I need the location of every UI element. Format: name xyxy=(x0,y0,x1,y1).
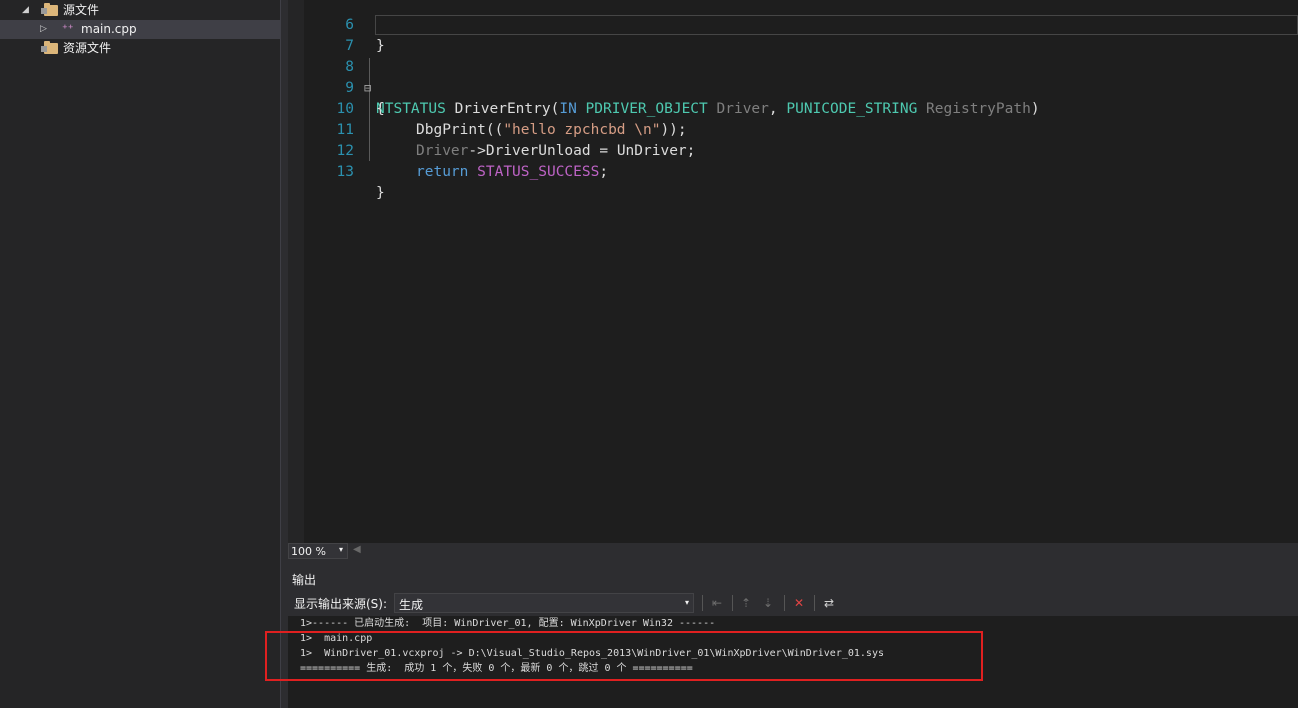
folder-icon xyxy=(41,41,58,54)
cpp-file-icon: ⁺⁺ xyxy=(62,22,74,35)
code-editor[interactable]: 6 } 7 8 ⊟ NTSTATUS DriverEntry(IN PDRIVE… xyxy=(288,0,1298,543)
output-line: 1>------ 已启动生成: 项目: WinDriver_01, 配置: Wi… xyxy=(300,618,716,629)
zoom-dropdown[interactable]: 100 % ▾ xyxy=(288,543,348,559)
panel-title: 输出 xyxy=(292,573,317,587)
tree-item-label: main.cpp xyxy=(81,22,137,36)
tree-item-main-cpp[interactable]: ▷ ⁺⁺ main.cpp xyxy=(0,20,280,39)
line-number: 13 xyxy=(336,164,354,180)
annotation-highlight-box xyxy=(265,631,983,681)
code-line[interactable]: 13 } xyxy=(288,141,1298,201)
code-line[interactable]: 9 { xyxy=(288,57,1298,117)
next-message-icon[interactable]: ⇣ xyxy=(760,595,776,611)
chevron-down-icon: ▾ xyxy=(684,598,689,607)
chevron-down-icon: ▾ xyxy=(338,545,343,554)
splitter[interactable] xyxy=(281,0,287,708)
tree-item-source-files[interactable]: ◢ 源文件 xyxy=(0,1,280,20)
editor-status-bar: 100 % ▾ ◀ xyxy=(288,543,1298,559)
output-source-label: 显示输出来源(S): xyxy=(294,597,388,611)
toolbar-separator xyxy=(732,595,733,611)
code-line[interactable]: 10 DbgPrint(("hello zpchcbd \n")); xyxy=(288,78,1298,138)
toolbar-separator xyxy=(814,595,815,611)
output-source-select[interactable]: 生成 ▾ xyxy=(394,593,694,613)
toolbar-separator xyxy=(784,595,785,611)
code-text: } xyxy=(376,185,385,201)
scroll-left-icon[interactable]: ◀ xyxy=(353,544,361,555)
goto-location-icon[interactable]: ⇤ xyxy=(709,595,725,611)
code-line[interactable]: 6 } xyxy=(288,0,1298,54)
tree-item-label: 源文件 xyxy=(63,3,100,17)
tree-item-resource-files[interactable]: 资源文件 xyxy=(0,39,280,58)
code-line[interactable]: 12 return STATUS_SUCCESS; xyxy=(288,120,1298,180)
previous-message-icon[interactable]: ⇡ xyxy=(738,595,754,611)
code-line[interactable]: 8 ⊟ NTSTATUS DriverEntry(IN PDRIVER_OBJE… xyxy=(288,36,1298,117)
expand-arrow-icon[interactable]: ▷ xyxy=(40,20,47,39)
toolbar-separator xyxy=(702,595,703,611)
code-line[interactable]: 11 Driver->DriverUnload = UnDriver; xyxy=(288,99,1298,159)
solution-explorer: ◢ 源文件 ▷ ⁺⁺ main.cpp 资源文件 xyxy=(0,0,281,708)
zoom-value: 100 % xyxy=(291,545,326,558)
clear-all-icon[interactable]: ✕ xyxy=(791,595,807,611)
code-line[interactable]: 7 xyxy=(288,15,1298,54)
output-source-value: 生成 xyxy=(399,598,424,612)
tree-item-label: 资源文件 xyxy=(63,41,112,55)
collapse-arrow-icon[interactable]: ◢ xyxy=(22,1,29,20)
code-text: return STATUS_SUCCESS; xyxy=(416,164,609,180)
word-wrap-icon[interactable]: ⇄ xyxy=(821,595,837,611)
folder-icon xyxy=(41,3,58,16)
